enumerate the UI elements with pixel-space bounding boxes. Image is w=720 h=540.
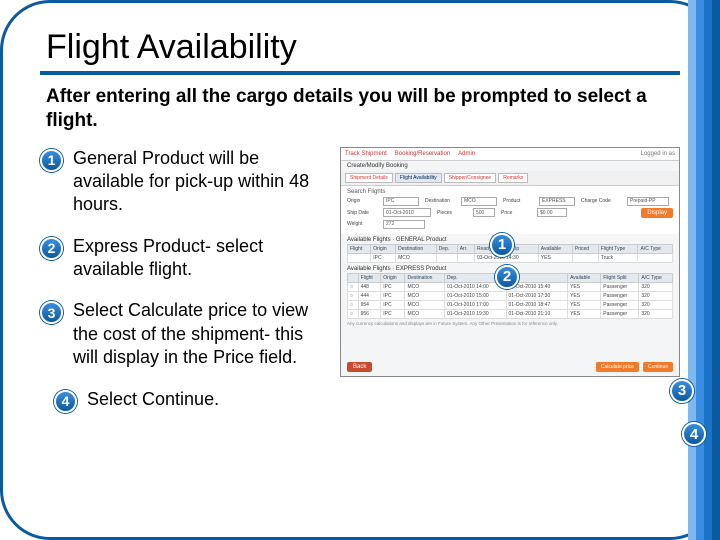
tab: Remarks <box>498 173 528 183</box>
inp-pcs: 500 <box>473 208 495 217</box>
lbl: Destination <box>425 198 455 204</box>
table-row: ○956IPCMCO01-Oct-2010 19:3001-Oct-2010 2… <box>348 309 673 318</box>
table-row: IPCMCO03-Oct-2010 14:30YESTruck <box>348 253 673 262</box>
login-status: Logged in as <box>641 151 675 157</box>
calculate-price-button[interactable]: Calculate price <box>596 362 639 372</box>
step-text: Select Continue. <box>87 388 219 411</box>
nav-item: Track Shipment <box>345 151 387 157</box>
lbl: Weight <box>347 221 377 227</box>
side-accent <box>688 0 720 540</box>
lbl: Pieces <box>437 210 467 216</box>
step-badge: 4 <box>54 390 77 413</box>
table-row: ○954IPCMCO01-Oct-2010 17:0001-Oct-2010 1… <box>348 300 673 309</box>
inp-origin: IPC <box>383 197 419 206</box>
slide-title: Flight Availability <box>40 18 680 75</box>
continue-button[interactable]: Continue <box>643 362 673 372</box>
lbl: Charge Code <box>581 198 621 204</box>
ss-note: Any currency calculations and displays a… <box>341 319 679 328</box>
step-badge: 1 <box>40 149 63 172</box>
step-text: General Product will be available for pi… <box>73 147 330 217</box>
lbl: Origin <box>347 198 377 204</box>
tab: Shipment Details <box>345 173 393 183</box>
inp-product: EXPRESS <box>539 197 575 206</box>
display-button[interactable]: Display <box>641 208 673 218</box>
inp-price: $0.00 <box>537 208 567 217</box>
embedded-screenshot: Track Shipment Booking/Reservation Admin… <box>340 147 680 377</box>
slide-intro: After entering all the cargo details you… <box>40 75 680 147</box>
inp-date: 01-Oct-2010 <box>383 208 431 217</box>
step-1: 1 General Product will be available for … <box>40 147 330 217</box>
table-row: ○444IPCMCO01-Oct-2010 15:0001-Oct-2010 1… <box>348 291 673 300</box>
inp-dest: MCO <box>461 197 497 206</box>
tab: Shipper/Consignee <box>444 173 497 183</box>
step-text: Express Product- select available flight… <box>73 235 330 282</box>
callout-3: 3 <box>670 379 694 403</box>
step-2: 2 Express Product- select available flig… <box>40 235 330 282</box>
lbl: Product <box>503 198 533 204</box>
ss-topnav: Track Shipment Booking/Reservation Admin… <box>341 148 679 161</box>
tab-active: Flight Availability <box>395 173 442 183</box>
callout-1: 1 <box>490 233 514 257</box>
step-4: 4 Select Continue. <box>54 388 330 413</box>
nav-item: Booking/Reservation <box>395 151 450 157</box>
callout-2: 2 <box>495 265 519 289</box>
step-text: Select Calculate price to view the cost … <box>73 299 330 369</box>
step-badge: 2 <box>40 237 63 260</box>
steps-column: 1 General Product will be available for … <box>40 147 330 431</box>
inp-charge: Prepaid-PP <box>627 197 669 206</box>
step-badge: 3 <box>40 301 63 324</box>
nav-item: Admin <box>458 151 475 157</box>
ss-breadcrumb: Create/Modify Booking <box>341 161 679 171</box>
search-label: Search Flights <box>347 189 673 195</box>
callout-4: 4 <box>682 422 706 446</box>
lbl: Price <box>501 210 531 216</box>
ss-tabs: Shipment Details Flight Availability Shi… <box>341 171 679 186</box>
screenshot-column: Track Shipment Booking/Reservation Admin… <box>340 147 680 431</box>
lbl: Ship Date <box>347 210 377 216</box>
step-3: 3 Select Calculate price to view the cos… <box>40 299 330 369</box>
back-button[interactable]: Back <box>347 362 372 372</box>
inp-weight: 272 <box>383 220 425 229</box>
slide-content: Flight Availability After entering all t… <box>40 18 680 522</box>
ss-search-panel: Search Flights Origin IPC Destination MC… <box>341 186 679 234</box>
